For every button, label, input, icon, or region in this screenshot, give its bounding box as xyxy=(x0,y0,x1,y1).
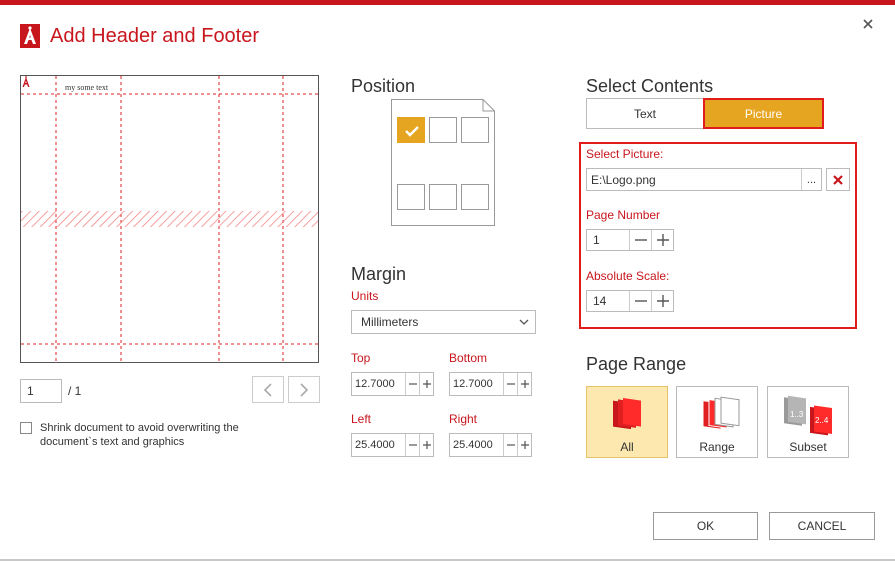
range-range-label: Range xyxy=(699,440,735,454)
chevron-left-icon xyxy=(263,382,272,397)
range-subset-button[interactable]: 1..3 2..4 Subset xyxy=(767,386,849,458)
absolute-scale-label: Absolute Scale: xyxy=(586,269,670,283)
left-margin-input[interactable] xyxy=(352,434,405,456)
minus-icon xyxy=(634,239,647,241)
chevron-down-icon xyxy=(519,319,529,325)
page-number-increment[interactable] xyxy=(651,230,673,250)
close-icon[interactable] xyxy=(861,17,875,31)
minus-icon xyxy=(634,300,647,302)
range-all-label: All xyxy=(620,440,634,454)
minus-icon xyxy=(408,444,417,446)
select-picture-label: Select Picture: xyxy=(586,147,664,161)
next-page-button[interactable] xyxy=(288,376,320,403)
plus-icon xyxy=(520,441,529,449)
left-margin-label: Left xyxy=(351,412,372,426)
app-logo-icon xyxy=(20,24,40,48)
absolute-scale-increment[interactable] xyxy=(651,291,673,311)
page-number-input[interactable] xyxy=(20,379,62,403)
range-all-button[interactable]: All xyxy=(586,386,668,458)
left-margin-increment[interactable] xyxy=(419,434,433,456)
units-select[interactable]: Millimeters xyxy=(351,310,536,334)
top-margin-stepper xyxy=(351,372,434,396)
picture-path-field: ... xyxy=(586,168,822,191)
page-number-label: Page Number xyxy=(586,208,661,222)
minus-icon xyxy=(506,444,515,446)
plus-icon xyxy=(520,380,529,388)
left-margin-stepper xyxy=(351,433,434,457)
units-label: Units xyxy=(351,289,379,303)
preview-logo-icon xyxy=(22,76,30,87)
absolute-scale-stepper xyxy=(586,290,674,312)
browse-button[interactable]: ... xyxy=(801,169,821,190)
page-total: / 1 xyxy=(68,384,82,398)
prev-page-button[interactable] xyxy=(252,376,284,403)
chevron-right-icon xyxy=(300,382,309,397)
tab-picture[interactable]: Picture xyxy=(703,98,824,129)
preview-guides xyxy=(21,76,318,362)
position-bottom-right[interactable] xyxy=(461,184,489,210)
page-range-heading: Page Range xyxy=(586,354,687,374)
right-margin-input[interactable] xyxy=(450,434,503,456)
shrink-checkbox[interactable] xyxy=(20,422,32,434)
range-subset-label: Subset xyxy=(789,440,827,454)
svg-text:2..4: 2..4 xyxy=(815,416,829,425)
right-margin-stepper xyxy=(449,433,532,457)
absolute-scale-decrement[interactable] xyxy=(629,291,651,311)
margin-heading: Margin xyxy=(351,264,407,284)
shrink-label: Shrink document to avoid overwriting the… xyxy=(40,422,239,448)
bottom-margin-input[interactable] xyxy=(450,373,503,395)
page-range-icon xyxy=(702,396,740,430)
position-heading: Position xyxy=(351,76,416,96)
right-margin-increment[interactable] xyxy=(517,434,531,456)
page-navigator: / 1 xyxy=(20,379,81,403)
top-margin-decrement[interactable] xyxy=(405,373,419,395)
units-value: Millimeters xyxy=(361,315,419,329)
minus-icon xyxy=(408,383,417,385)
all-pages-icon xyxy=(613,398,641,430)
position-top-center[interactable] xyxy=(429,117,457,143)
tab-text[interactable]: Text xyxy=(586,98,704,129)
page-subset-icon: 1..3 2..4 xyxy=(784,395,832,436)
page-number-decrement[interactable] xyxy=(629,230,651,250)
page-number-field[interactable] xyxy=(587,230,629,250)
top-margin-label: Top xyxy=(351,351,371,365)
select-contents-heading: Select Contents xyxy=(586,76,714,96)
title-bar-accent xyxy=(0,0,895,5)
preview-sample-text: my some text xyxy=(65,83,109,92)
plus-icon xyxy=(656,234,669,246)
right-margin-decrement[interactable] xyxy=(503,434,517,456)
bottom-margin-increment[interactable] xyxy=(517,373,531,395)
range-range-button[interactable]: Range xyxy=(676,386,758,458)
dialog-title: Add Header and Footer xyxy=(50,24,260,47)
page-number-stepper xyxy=(586,229,674,251)
left-margin-decrement[interactable] xyxy=(405,434,419,456)
picture-path-input[interactable] xyxy=(587,169,801,190)
cancel-button[interactable]: CANCEL xyxy=(769,512,875,540)
page-preview: my some text xyxy=(20,75,319,363)
plus-icon xyxy=(422,380,431,388)
bottom-margin-stepper xyxy=(449,372,532,396)
ok-button[interactable]: OK xyxy=(653,512,758,540)
plus-icon xyxy=(422,441,431,449)
position-bottom-left[interactable] xyxy=(397,184,425,210)
right-margin-label: Right xyxy=(449,412,478,426)
checkmark-icon xyxy=(405,126,419,137)
position-top-right[interactable] xyxy=(461,117,489,143)
svg-text:1..3: 1..3 xyxy=(790,410,804,419)
absolute-scale-field[interactable] xyxy=(587,291,629,311)
top-margin-increment[interactable] xyxy=(419,373,433,395)
position-top-left[interactable] xyxy=(397,117,425,143)
plus-icon xyxy=(656,295,669,307)
remove-picture-button[interactable] xyxy=(826,168,850,191)
bottom-margin-decrement[interactable] xyxy=(503,373,517,395)
dialog-header: Add Header and Footer xyxy=(20,24,259,48)
bottom-margin-label: Bottom xyxy=(449,351,488,365)
position-bottom-center[interactable] xyxy=(429,184,457,210)
delete-x-icon xyxy=(833,174,843,185)
shrink-option: Shrink document to avoid overwriting the… xyxy=(20,421,270,449)
top-margin-input[interactable] xyxy=(352,373,405,395)
minus-icon xyxy=(506,383,515,385)
